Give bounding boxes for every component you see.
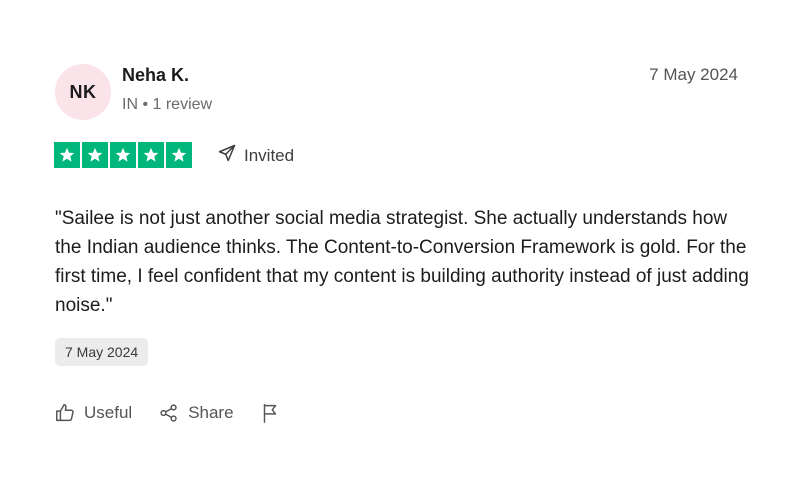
- avatar[interactable]: NK: [55, 64, 111, 120]
- avatar-initials: NK: [69, 81, 97, 102]
- review-body: "Sailee is not just another social media…: [55, 208, 749, 316]
- star-icon: [166, 142, 192, 168]
- report-button[interactable]: [260, 402, 280, 424]
- review-card: NK Neha K. IN • 1 review 7 May 2024 Invi…: [0, 0, 800, 500]
- star-icon: [54, 142, 80, 168]
- date-of-experience-badge: 7 May 2024: [55, 338, 149, 366]
- useful-button[interactable]: Useful: [54, 402, 132, 424]
- invited-badge: Invited: [217, 143, 294, 168]
- star-icon: [82, 142, 108, 168]
- flag-icon: [260, 402, 280, 424]
- reviewer-meta: IN • 1 review: [122, 96, 212, 114]
- meta-separator: •: [142, 96, 153, 113]
- share-icon: [158, 402, 180, 424]
- star-icon: [138, 142, 164, 168]
- reviewer-country: IN: [122, 96, 138, 113]
- share-label: Share: [188, 403, 234, 422]
- star-icon: [110, 142, 136, 168]
- star-rating: [54, 142, 192, 168]
- reviewer-name[interactable]: Neha K.: [122, 65, 189, 86]
- review-actions: Useful Share: [54, 402, 280, 424]
- useful-label: Useful: [84, 403, 133, 422]
- share-button[interactable]: Share: [158, 402, 234, 424]
- reviewer-review-count: 1 review: [152, 96, 213, 113]
- review-date: 7 May 2024: [649, 65, 738, 84]
- thumbs-up-icon: [54, 402, 76, 424]
- paper-plane-icon: [217, 143, 237, 168]
- invited-label: Invited: [244, 145, 295, 165]
